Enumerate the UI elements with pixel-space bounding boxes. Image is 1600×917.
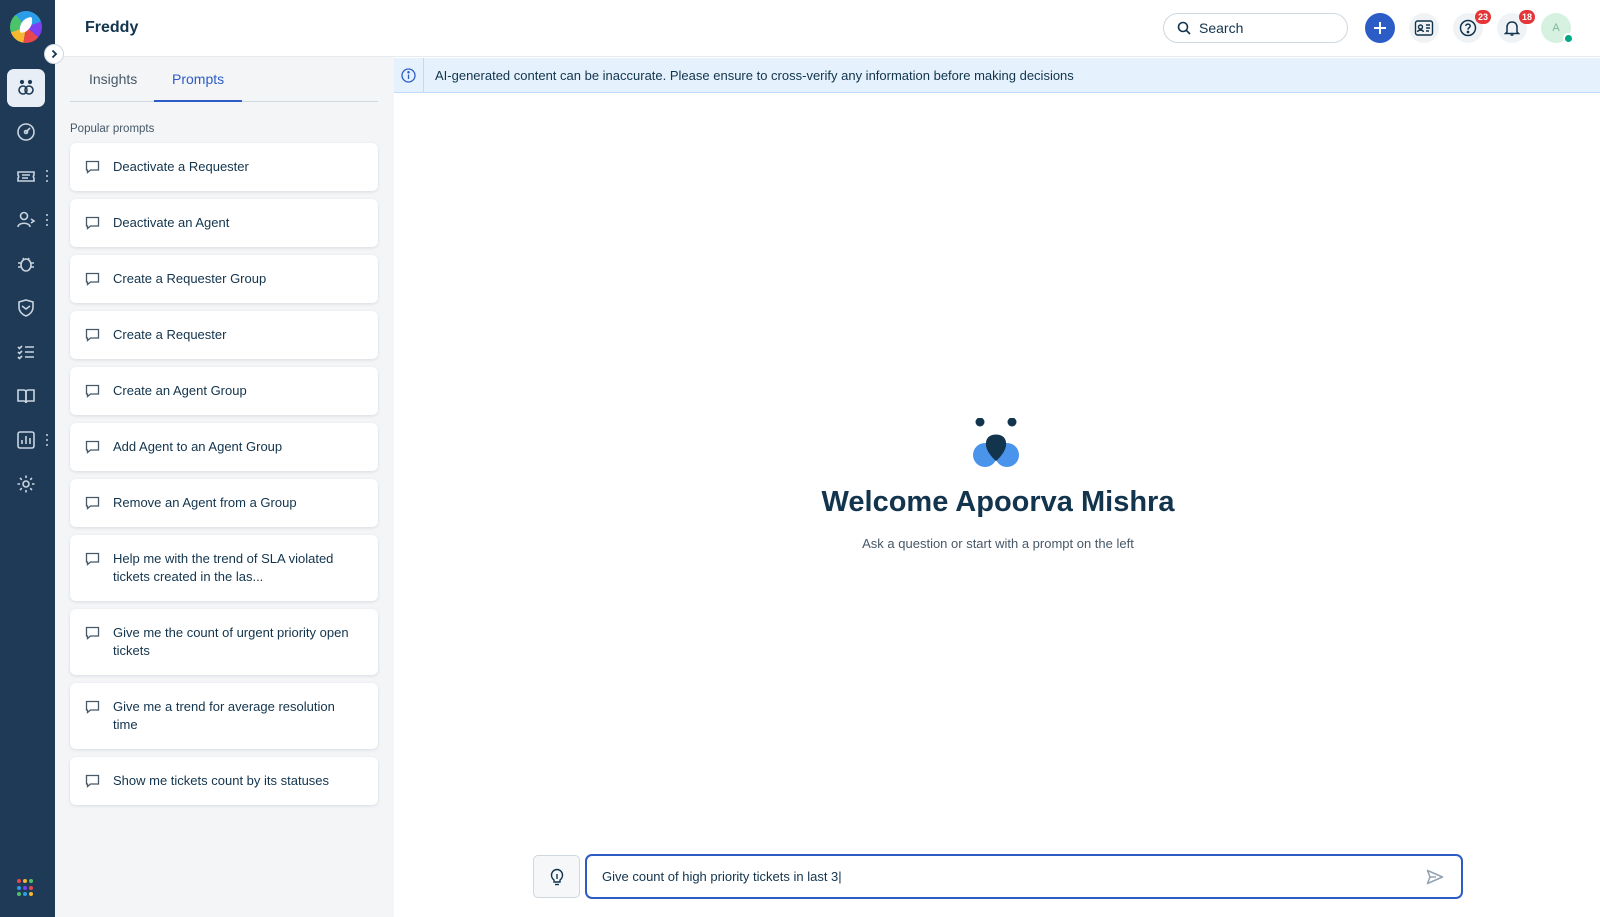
lightbulb-icon	[550, 868, 563, 885]
search-input[interactable]: Search	[1163, 13, 1348, 43]
chat-bubble-icon	[85, 698, 101, 716]
panel-tabs: Insights Prompts	[70, 57, 378, 102]
prompt-item[interactable]: Create a Requester Group	[70, 255, 378, 303]
prompt-item[interactable]: Deactivate a Requester	[70, 143, 378, 191]
prompt-item[interactable]: Deactivate an Agent	[70, 199, 378, 247]
tab-insights[interactable]: Insights	[88, 71, 138, 102]
freshworks-logo[interactable]	[10, 11, 42, 43]
ai-disclaimer-banner: AI-generated content can be inaccurate. …	[394, 57, 1600, 93]
chat-composer	[585, 854, 1463, 899]
info-icon	[401, 67, 416, 83]
rail-dashboard[interactable]	[7, 113, 45, 151]
dashboard-icon	[17, 123, 35, 141]
prompt-list: Deactivate a Requester Deactivate an Agen…	[70, 143, 378, 813]
chat-bubble-icon	[85, 494, 101, 512]
send-button[interactable]	[1415, 857, 1455, 897]
expand-rail-button[interactable]	[44, 44, 64, 64]
send-icon	[1426, 869, 1444, 884]
notifications-button[interactable]: 18	[1497, 10, 1535, 43]
presence-indicator	[1563, 33, 1574, 44]
solutions-icon	[17, 389, 35, 404]
rail-contacts[interactable]	[7, 201, 45, 239]
prompt-label: Give me the count of urgent priority ope…	[113, 625, 349, 658]
prompt-item[interactable]: Add Agent to an Agent Group	[70, 423, 378, 471]
chat-bubble-icon	[85, 382, 101, 400]
rail-problems[interactable]	[7, 245, 45, 283]
prompt-label: Deactivate a Requester	[113, 159, 249, 174]
prompt-label: Create a Requester	[113, 327, 227, 342]
prompt-label: Show me tickets count by its statuses	[113, 773, 330, 788]
apps-grid-icon[interactable]	[17, 879, 35, 897]
help-badge: 23	[1474, 10, 1491, 24]
notifications-badge: 18	[1518, 10, 1535, 24]
rail-analytics-more[interactable]	[46, 434, 50, 446]
search-label: Search	[1199, 20, 1244, 36]
info-icon-wrap	[394, 57, 424, 93]
prompt-label: Create a Requester Group	[113, 271, 267, 286]
search-icon	[1177, 21, 1191, 35]
top-bar: Freddy Search 23 18 A	[55, 0, 1600, 57]
left-rail	[0, 0, 55, 917]
new-item-button[interactable]	[1365, 13, 1395, 43]
prompt-suggestions-button[interactable]	[533, 855, 580, 898]
prompt-label: Help me with the trend of SLA violated t…	[113, 551, 334, 584]
section-label: Popular prompts	[70, 123, 155, 135]
chat-bubble-icon	[85, 772, 101, 790]
prompt-item[interactable]: Show me tickets count by its statuses	[70, 757, 378, 805]
chat-input[interactable]	[587, 856, 1415, 897]
chevron-right-icon	[51, 49, 58, 59]
prompt-item[interactable]: Give me the count of urgent priority ope…	[70, 609, 378, 675]
tab-prompts[interactable]: Prompts	[154, 71, 243, 102]
plus-icon	[1374, 22, 1386, 34]
welcome-subtitle: Ask a question or start with a prompt on…	[862, 536, 1134, 551]
rail-security[interactable]	[7, 289, 45, 327]
tickets-icon	[17, 171, 35, 182]
contact-card-icon	[1414, 20, 1434, 36]
prompt-label: Add Agent to an Agent Group	[113, 439, 283, 454]
prompt-label: Give me a trend for average resolution t…	[113, 699, 335, 732]
chat-bubble-icon	[85, 624, 101, 642]
prompt-item[interactable]: Remove an Agent from a Group	[70, 479, 378, 527]
rail-tickets-more[interactable]	[46, 170, 50, 182]
chat-bubble-icon	[85, 158, 101, 176]
page-title: Freddy	[85, 19, 139, 36]
chat-bubble-icon	[85, 214, 101, 232]
help-button[interactable]: 23	[1453, 10, 1491, 43]
rail-freddy[interactable]	[7, 69, 45, 107]
chat-bubble-icon	[85, 270, 101, 288]
chat-bubble-icon	[85, 550, 101, 568]
help-icon	[1459, 19, 1477, 37]
freddy-logo-icon	[973, 418, 1019, 467]
contact-card-button[interactable]	[1409, 13, 1439, 43]
rail-tasks[interactable]	[7, 333, 45, 371]
rail-contacts-more[interactable]	[46, 214, 50, 226]
bell-icon	[1503, 21, 1521, 36]
welcome-title: Welcome Apoorva Mishra	[821, 486, 1175, 518]
prompt-panel: Insights Prompts Popular prompts Deactiv…	[55, 57, 394, 917]
prompt-item[interactable]: Give me a trend for average resolution t…	[70, 683, 378, 749]
banner-message: AI-generated content can be inaccurate. …	[435, 67, 1074, 83]
prompt-label: Deactivate an Agent	[113, 215, 230, 230]
settings-icon	[17, 475, 35, 493]
tasks-icon	[17, 345, 34, 360]
rail-settings[interactable]	[7, 465, 45, 503]
rail-solutions[interactable]	[7, 377, 45, 415]
problems-icon	[18, 257, 34, 272]
analytics-icon	[17, 431, 35, 449]
prompt-item[interactable]: Create a Requester	[70, 311, 378, 359]
rail-tickets[interactable]	[7, 157, 45, 195]
chat-bubble-icon	[85, 438, 101, 456]
freddy-icon	[18, 79, 34, 95]
chat-bubble-icon	[85, 326, 101, 344]
rail-analytics[interactable]	[7, 421, 45, 459]
prompt-item[interactable]: Help me with the trend of SLA violated t…	[70, 535, 378, 601]
security-icon	[18, 299, 34, 317]
prompt-label: Remove an Agent from a Group	[113, 495, 297, 510]
contacts-icon	[17, 211, 36, 228]
prompt-item[interactable]: Create an Agent Group	[70, 367, 378, 415]
prompt-label: Create an Agent Group	[113, 383, 247, 398]
